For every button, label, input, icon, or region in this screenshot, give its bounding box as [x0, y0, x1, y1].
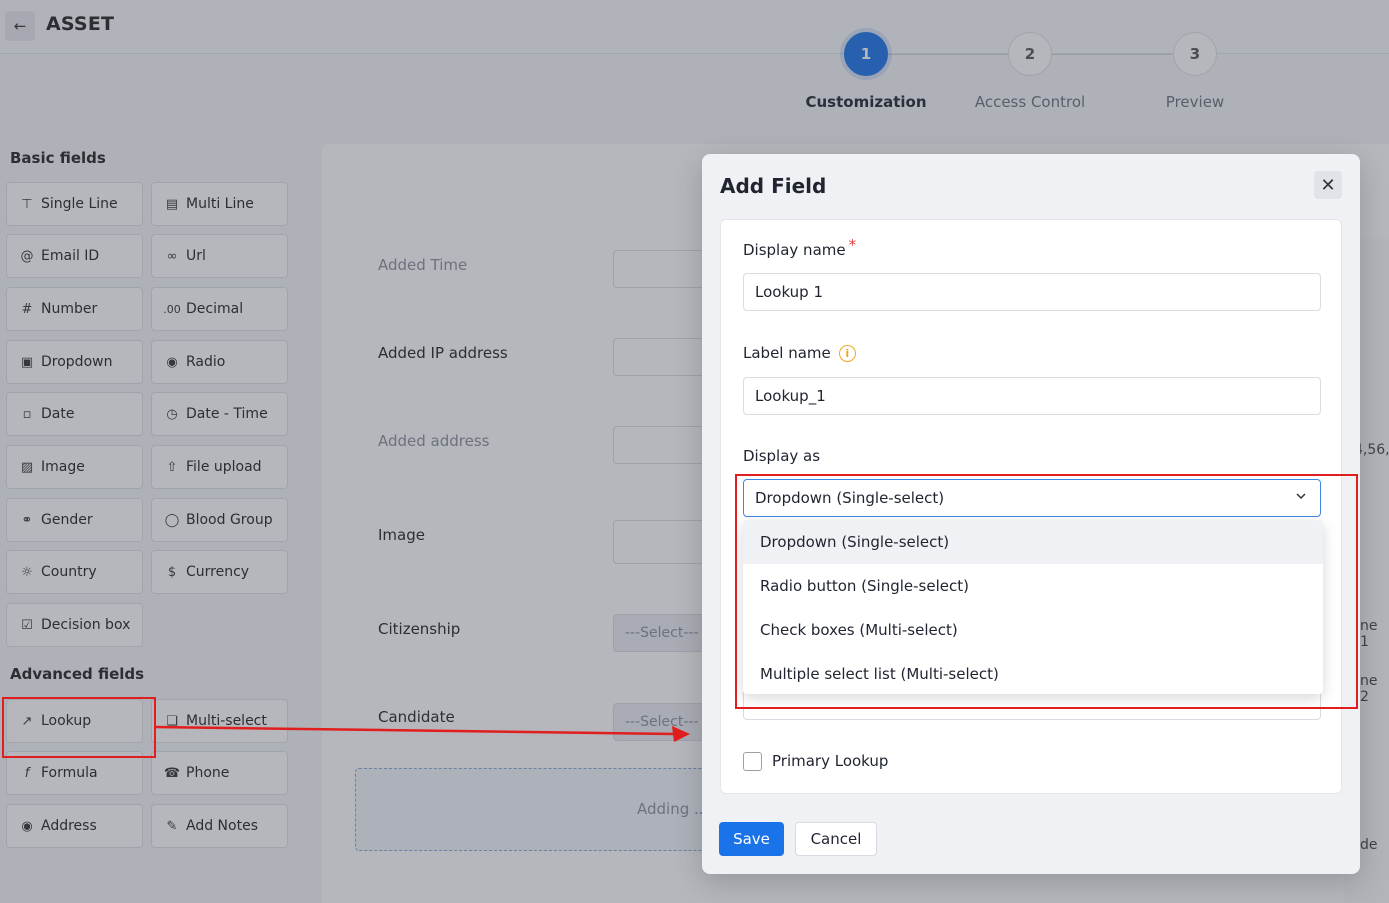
arrow-head [672, 726, 690, 742]
primary-lookup-label: Primary Lookup [772, 752, 889, 770]
info-icon[interactable]: i [838, 345, 856, 362]
cancel-button[interactable]: Cancel [795, 822, 877, 856]
close-button[interactable]: ✕ [1314, 171, 1342, 199]
save-button[interactable]: Save [719, 822, 784, 856]
modal-title: Add Field [720, 174, 827, 198]
display-name-label: Display name * [743, 236, 856, 259]
required-mark: * [848, 236, 857, 254]
annotation-box-lookup [2, 697, 156, 758]
display-name-text: Display name [743, 241, 846, 259]
annotation-box-display-as [735, 474, 1358, 709]
primary-lookup-checkbox[interactable] [743, 752, 762, 771]
display-as-label: Display as [743, 447, 821, 465]
arrow-line [153, 725, 677, 736]
close-icon: ✕ [1320, 174, 1336, 196]
label-name-text: Label name [743, 344, 831, 362]
annotation-arrow [153, 725, 690, 742]
label-name-label: Label name i [743, 344, 856, 363]
label-name-input[interactable]: Lookup_1 [743, 377, 1321, 415]
display-name-input[interactable]: Lookup 1 [743, 273, 1321, 311]
